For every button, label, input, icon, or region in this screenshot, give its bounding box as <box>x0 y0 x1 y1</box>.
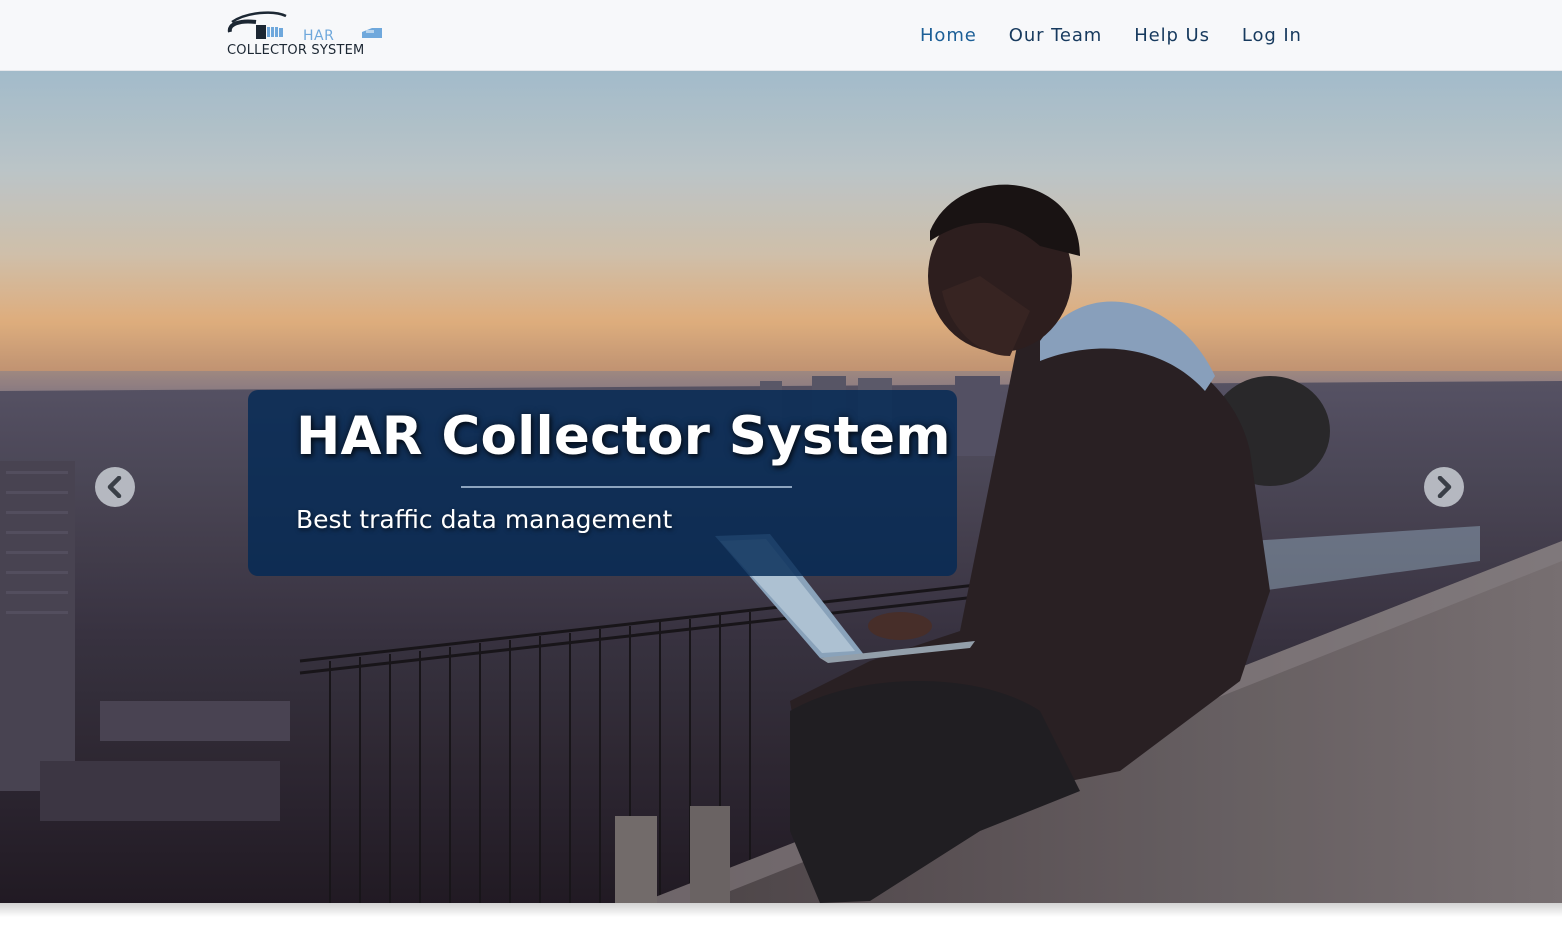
nav-link-log-in[interactable]: Log In <box>1226 25 1318 46</box>
brand-logo[interactable]: HAR COLLECTOR SYSTEM <box>226 10 391 62</box>
carousel-prev-button[interactable] <box>95 467 135 507</box>
hero-bottom-shadow <box>0 903 1562 917</box>
nav-link-home[interactable]: Home <box>904 25 993 46</box>
carousel-next-button[interactable] <box>1424 467 1464 507</box>
caption-divider <box>461 486 792 488</box>
nav-link-help-us[interactable]: Help Us <box>1118 25 1226 46</box>
logo-har-text: HAR <box>303 28 335 44</box>
hero-title: HAR Collector System <box>296 406 951 467</box>
nav-link-our-team[interactable]: Our Team <box>993 25 1118 46</box>
hero-subtitle: Best traffic data management <box>296 505 673 534</box>
top-navbar: HAR COLLECTOR SYSTEM Home Our Team Help … <box>0 0 1562 71</box>
logo-name-text: COLLECTOR SYSTEM <box>227 43 365 58</box>
chevron-left-icon <box>107 476 122 498</box>
chevron-right-icon <box>1437 476 1452 498</box>
hero-carousel: HAR Collector System Best traffic data m… <box>0 71 1562 903</box>
hero-caption-box: HAR Collector System Best traffic data m… <box>248 390 957 576</box>
nav-links: Home Our Team Help Us Log In <box>904 0 1318 70</box>
